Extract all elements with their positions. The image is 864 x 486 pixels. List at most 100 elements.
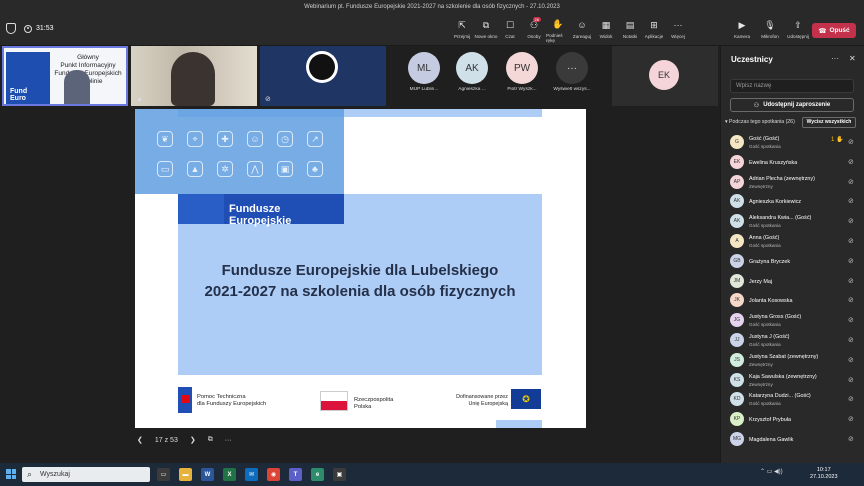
toolbar-button-3[interactable]: ⚇ Osoby 26 <box>522 17 546 43</box>
fe-stars-icon <box>178 194 224 224</box>
avatar: AP <box>730 174 744 189</box>
video-tile-logo[interactable]: ⊘ <box>260 46 386 106</box>
participant-row[interactable]: KS Kaja Sawulska (zewnętrzny) Zewnętrzny ⊘ <box>727 371 863 391</box>
taskbar-clock[interactable]: 10:17 27.10.2023 <box>810 467 838 481</box>
participant-row[interactable]: AP Adrian Plecha (zewnętrzny) Zewnętrzny ⊘ <box>727 173 863 193</box>
toolbar-button-1[interactable]: ⧉ Nowe okno <box>474 17 498 43</box>
share-invite-button[interactable]: ⚇ Udostępnij zaproszenie <box>730 98 854 112</box>
mic-muted-icon[interactable]: ⊘ <box>848 316 854 324</box>
video-tile-avatar[interactable]: ··· Wyświetl wszys... <box>548 52 596 92</box>
slide-title-line2: 2021-2027 na szkolenia dla osób fizyczny… <box>204 283 516 300</box>
next-slide-icon[interactable]: ❯ <box>190 436 196 444</box>
participant-name: Magdalena Gawlik <box>749 436 794 443</box>
copy-icon[interactable]: ⧉ <box>208 436 213 444</box>
participant-row[interactable]: AK Agnieszka Korkiewicz ⊘ <box>727 192 863 212</box>
participant-name: Ewelina Kruszyńska <box>749 159 798 166</box>
close-icon[interactable]: ✕ <box>849 54 856 63</box>
leave-button[interactable]: ☎ Opuść <box>812 23 856 38</box>
mic-muted-icon[interactable]: ⊘ <box>848 395 854 403</box>
toolbar-button-7[interactable]: ▤ Notatki <box>618 17 642 43</box>
meeting-toolbar: 31:53 ⇱ Przejmij ⧉ Nowe okno ☐ Czat ⚇ Osoby 26 ✋ P… <box>0 14 864 46</box>
mic-muted-icon[interactable]: ⊘ <box>848 336 854 344</box>
word-icon[interactable]: W <box>201 468 214 481</box>
windows-start-icon[interactable] <box>6 469 16 479</box>
participant-row[interactable]: JS Justyna Szabat (zewnętrzny) Zewnętrzny ⊘ <box>727 351 863 371</box>
participant-row[interactable]: AK Aleksandra Kwia... (Gość) Gość spotkani… <box>727 212 863 232</box>
mic-muted-icon[interactable]: ⊘ <box>848 138 854 146</box>
participant-row[interactable]: G Gość (Gość) Gość spotkania 1 ✋ ⊘ <box>727 133 863 153</box>
participant-row[interactable]: JM Jerzy Maj ⊘ <box>727 272 863 292</box>
participant-row[interactable]: KD Katarzyna Dudzi... (Gość) Gość spotkani… <box>727 390 863 410</box>
participant-row[interactable]: GB Grażyna Bryczek ⊘ <box>727 252 863 272</box>
app-icon[interactable]: ▣ <box>333 468 346 481</box>
poland-flag-icon <box>320 391 348 411</box>
slide-footer-logos: Pomoc Techniczna dla Funduszy Europejski… <box>135 385 586 415</box>
avatar: MG <box>730 431 744 446</box>
mic-muted-icon[interactable]: ⊘ <box>848 257 854 265</box>
eu-flag-icon: ✪ <box>511 389 541 409</box>
file-explorer-icon[interactable]: ▬ <box>179 468 192 481</box>
mic-muted-icon[interactable]: ⊘ <box>848 376 854 384</box>
participant-row[interactable]: KP Krzysztof Prybuła ⊘ <box>727 410 863 430</box>
participant-row[interactable]: MG Magdalena Gawlik ⊘ <box>727 430 863 450</box>
excel-icon[interactable]: X <box>223 468 236 481</box>
share-button[interactable]: ⇪ Udostępnij <box>784 17 812 43</box>
video-tile-avatar[interactable]: PW Piotr Wyszk... <box>498 52 546 92</box>
participant-row[interactable]: JG Justyna Gross (Gość) Gość spotkania ⊘ <box>727 311 863 331</box>
system-tray[interactable]: ⌃ ▭ ◀)) <box>760 468 783 475</box>
mic-muted-icon[interactable]: ⊘ <box>848 415 854 423</box>
shield-icon[interactable] <box>6 23 16 34</box>
video-tile-participant[interactable]: ▲ <box>131 46 257 106</box>
video-tile-ek[interactable]: EK <box>612 46 718 106</box>
mail-icon[interactable]: ✉ <box>245 468 258 481</box>
task-view-icon[interactable]: ▭ <box>157 468 170 481</box>
presentation-slide[interactable]: ❦ ⌖ ✚ ☺ ◷ ↗ ▭ ▲ ✲ ⋀ ▣ ♣ Fundusze Europej… <box>135 109 586 428</box>
toolbar-label: Aplikacje <box>644 34 664 39</box>
participant-row[interactable]: JK Jolanta Kosowska ⊘ <box>727 291 863 311</box>
avatar: GB <box>730 253 744 268</box>
mic-muted-icon[interactable]: ⊘ <box>848 158 854 166</box>
chrome-icon[interactable]: ◉ <box>267 468 280 481</box>
video-tile-avatar[interactable]: AK Agnieszka ... <box>448 52 496 92</box>
video-tile-presenter[interactable]: Fund Euro Główny Punkt Informacyjny Fundu… <box>2 46 128 106</box>
more-icon[interactable]: ··· <box>225 437 232 444</box>
slide-pager: ❮ 17 z 53 ❯ ⧉ ··· <box>137 436 232 444</box>
camera-button[interactable]: ▶ Kamera <box>728 17 756 43</box>
participant-search-input[interactable]: Wpisz nazwę <box>730 79 854 93</box>
bus-icon: ▭ <box>157 161 173 177</box>
taskbar: Wyszukaj ▭ ▬ W X ✉ ◉ T e ▣ ⌃ ▭ ◀)) 10:17… <box>0 463 864 486</box>
toolbar-actions: ⇱ Przejmij ⧉ Nowe okno ☐ Czat ⚇ Osoby 26 ✋ Podnieś… <box>450 17 690 43</box>
mic-muted-icon[interactable]: ⊘ <box>848 356 854 364</box>
mic-muted-icon[interactable]: ⊘ <box>848 217 854 225</box>
mute-all-button[interactable]: Wycisz wszystkich <box>802 117 856 128</box>
mic-muted-icon[interactable]: ⊘ <box>848 178 854 186</box>
camera-icon: ▶ <box>738 19 746 30</box>
avatar: AK <box>456 52 488 84</box>
toolbar-button-6[interactable]: ▦ Widok <box>594 17 618 43</box>
edge-icon[interactable]: e <box>311 468 324 481</box>
toolbar-button-0[interactable]: ⇱ Przejmij <box>450 17 474 43</box>
toolbar-button-4[interactable]: ✋ Podnieś rękę <box>546 17 570 43</box>
mic-muted-icon[interactable]: ⊘ <box>848 197 854 205</box>
toolbar-button-9[interactable]: ··· Więcej <box>666 17 690 43</box>
mic-muted-icon[interactable]: ⊘ <box>848 435 854 443</box>
participant-row[interactable]: JJ Justyna J (Gość) Gość spotkania ⊘ <box>727 331 863 351</box>
more-icon[interactable]: ··· <box>831 54 839 63</box>
mic-button[interactable]: 🎙 Mikrofon <box>756 17 784 43</box>
toolbar-button-8[interactable]: ⊞ Aplikacje <box>642 17 666 43</box>
pt-logo-text: Pomoc Techniczna dla Funduszy Europejski… <box>197 394 266 408</box>
section-header[interactable]: ▾ Podczas tego spotkania (26) <box>725 119 795 125</box>
participant-row[interactable]: A Anna (Gość) Gość spotkania ⊘ <box>727 232 863 252</box>
participant-name: Gość (Gość) <box>749 136 780 142</box>
toolbar-button-2[interactable]: ☐ Czat <box>498 17 522 43</box>
teams-icon[interactable]: T <box>289 468 302 481</box>
mic-muted-icon[interactable]: ⊘ <box>848 237 854 245</box>
video-tile-avatar[interactable]: ML MUP Lublin... <box>400 52 448 92</box>
mic-muted-icon[interactable]: ⊘ <box>848 277 854 285</box>
pt-line1: Pomoc Techniczna <box>197 394 246 400</box>
participant-row[interactable]: EK Ewelina Kruszyńska ⊘ <box>727 153 863 173</box>
taskbar-search-input[interactable]: Wyszukaj <box>22 467 150 482</box>
prev-slide-icon[interactable]: ❮ <box>137 436 143 444</box>
toolbar-button-5[interactable]: ☺ Zareaguj <box>570 17 594 43</box>
mic-muted-icon[interactable]: ⊘ <box>848 296 854 304</box>
